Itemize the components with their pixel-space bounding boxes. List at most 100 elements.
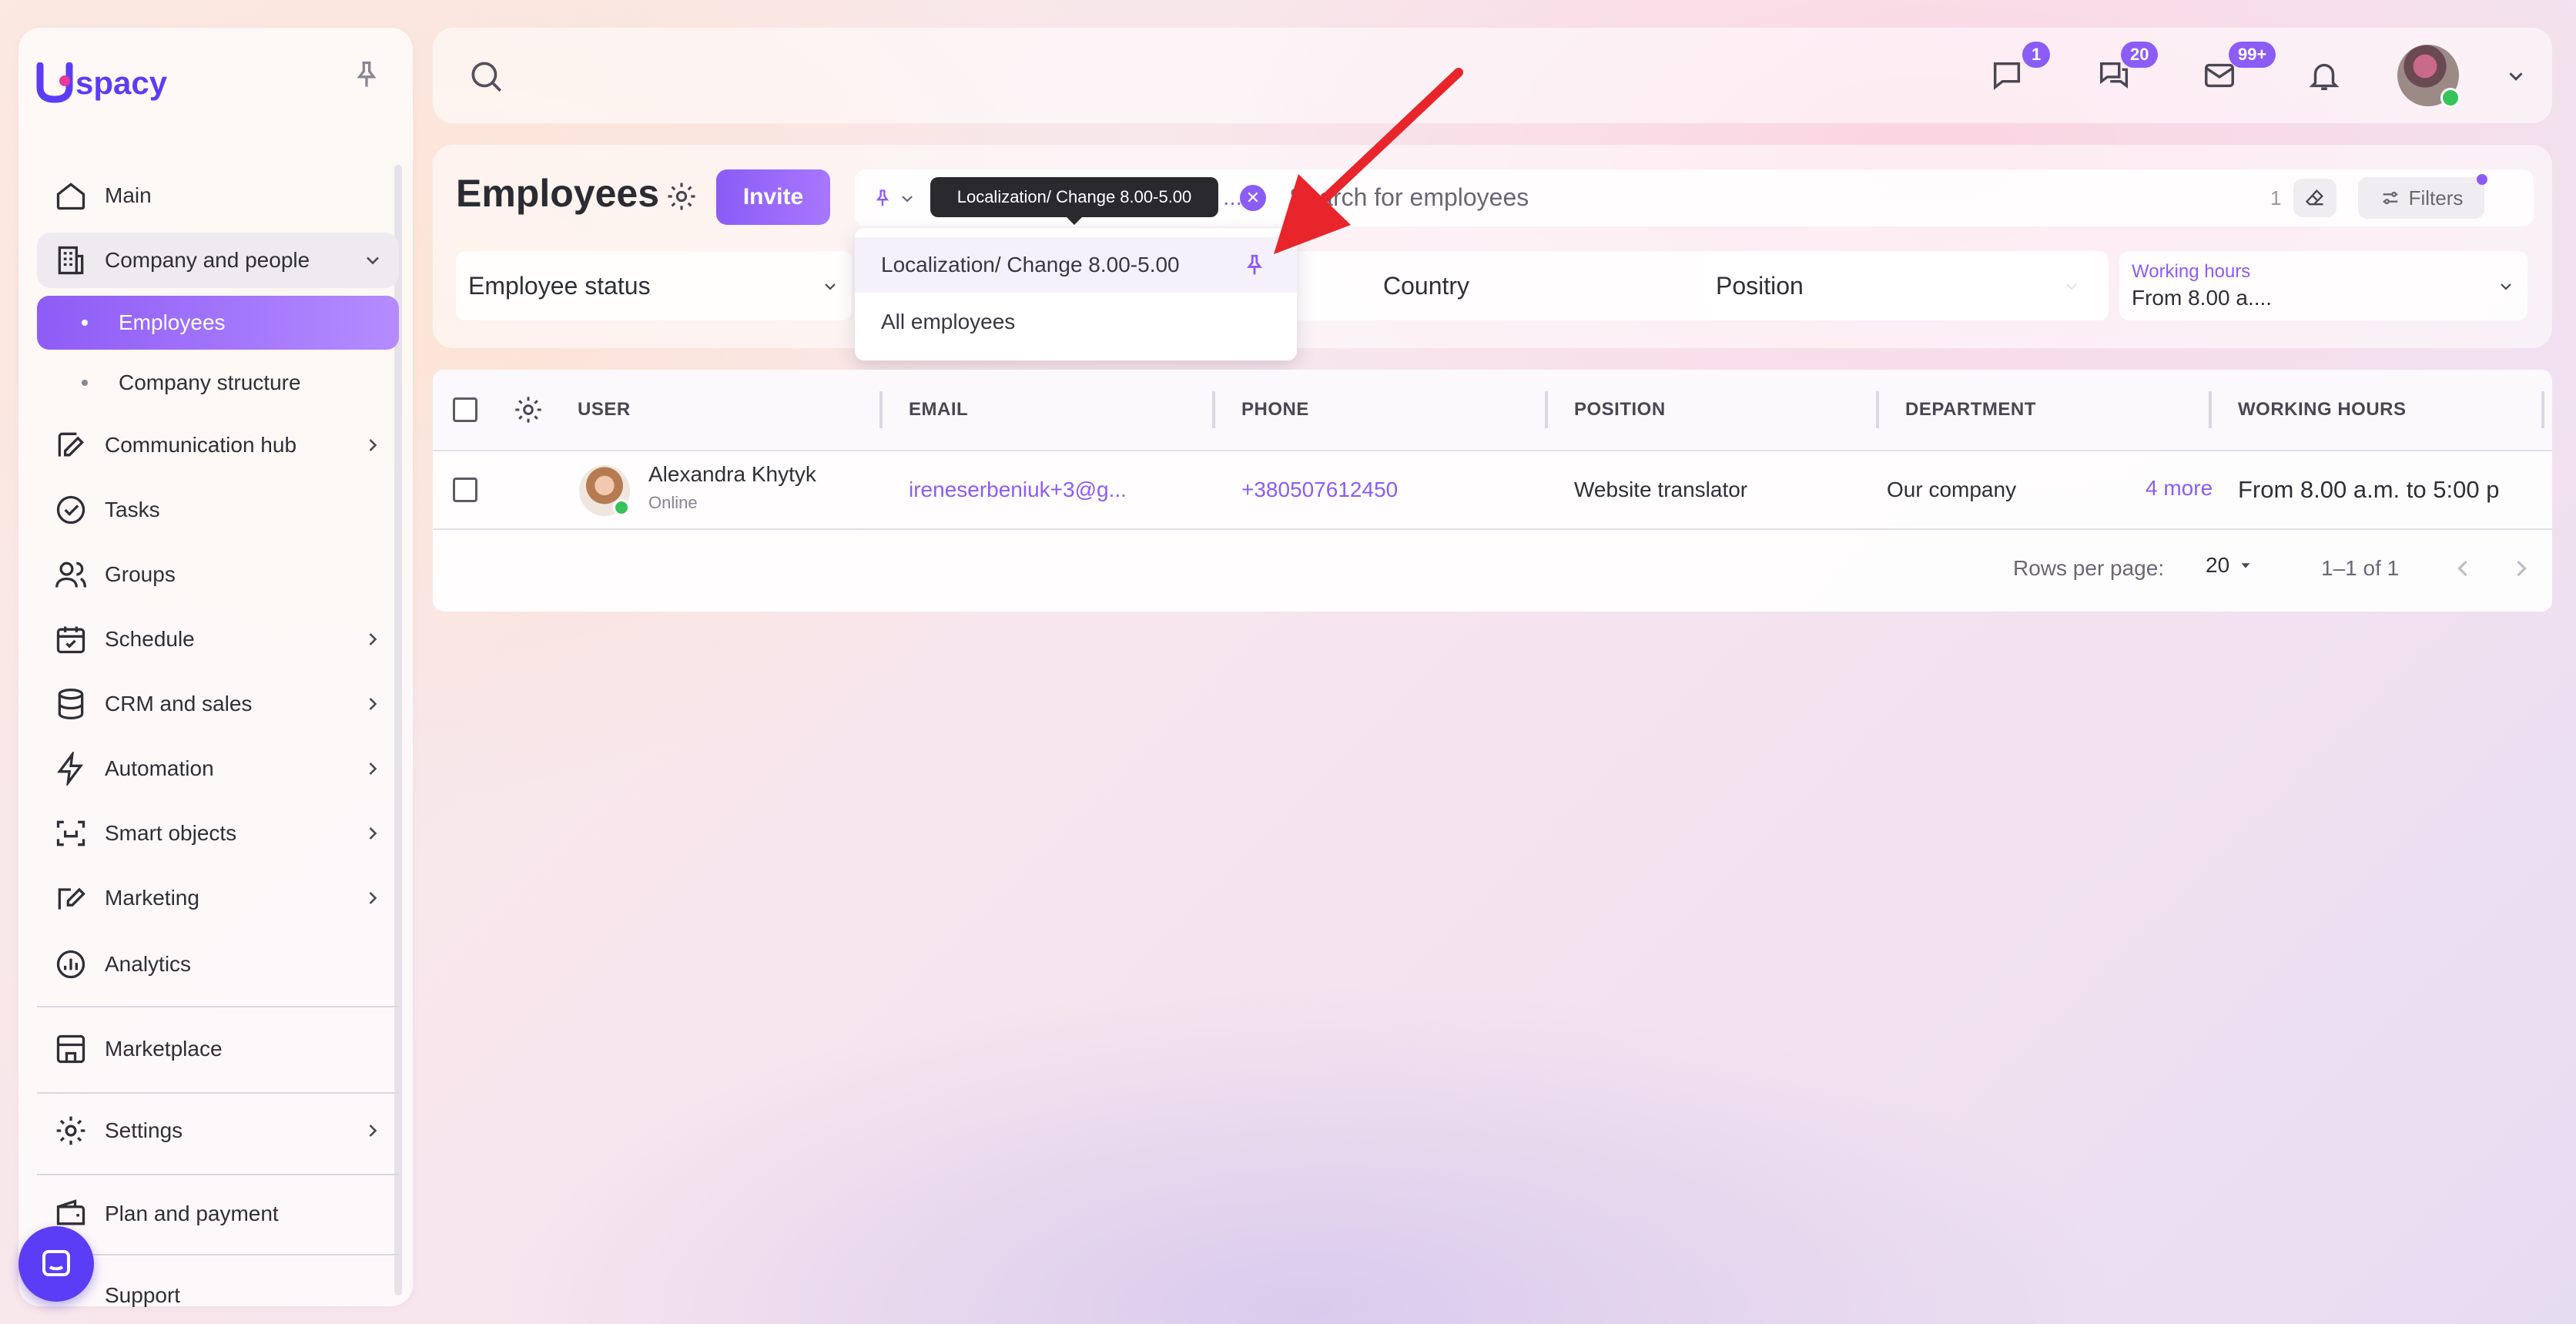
column-separator[interactable] <box>2541 391 2544 428</box>
bell-icon[interactable] <box>2303 54 2346 97</box>
online-indicator <box>2440 88 2460 108</box>
country-label: Country <box>1383 271 1470 300</box>
chart-icon <box>48 941 94 987</box>
messages-icon[interactable] <box>1985 54 2028 97</box>
preset-option-localization[interactable]: Localization/ Change 8.00-5.00 <box>855 237 1297 293</box>
email-link[interactable]: ireneserbeniuk+3@g... <box>909 478 1127 502</box>
sidebar-divider <box>37 1174 399 1175</box>
sidebar-item-employees[interactable]: Employees <box>37 296 399 350</box>
column-separator[interactable] <box>2209 391 2212 428</box>
column-header-position[interactable]: POSITION <box>1574 399 1666 421</box>
sidebar-item-plan-and-payment[interactable]: Plan and payment <box>37 1186 399 1242</box>
chevron-right-icon <box>369 1125 377 1137</box>
preset-dropdown: Localization/ Change 8.00-5.00 All emplo… <box>855 228 1297 360</box>
sidebar-item-company-structure[interactable]: Company structure <box>37 356 399 410</box>
pin-icon[interactable] <box>1241 253 1268 279</box>
bullet-icon <box>82 380 88 386</box>
column-settings-icon[interactable] <box>513 394 544 429</box>
avatar[interactable] <box>579 465 630 516</box>
sliders-icon <box>2383 191 2397 205</box>
filters-button[interactable]: Filters <box>2358 177 2484 219</box>
select-all-checkbox[interactable] <box>453 397 477 422</box>
support-chat-button[interactable] <box>18 1226 94 1302</box>
preset-option-all-employees[interactable]: All employees <box>855 294 1297 350</box>
table-row[interactable]: Alexandra Khytyk Online ireneserbeniuk+3… <box>433 451 2552 530</box>
previous-page-icon[interactable] <box>2449 555 2477 586</box>
working-hours-select[interactable]: Working hours From 8.00 a.... <box>2119 251 2527 320</box>
home-icon <box>48 173 94 219</box>
preset-option-label: All employees <box>881 310 1016 334</box>
pin-icon <box>876 189 889 206</box>
sidebar-item-groups[interactable]: Groups <box>37 547 399 602</box>
rows-per-page-value: 20 <box>2206 553 2230 577</box>
employees-table: USER EMAIL PHONE POSITION DEPARTMENT WOR… <box>433 370 2552 612</box>
chevron-down-icon[interactable] <box>2504 65 2527 92</box>
working-hours-label: Working hours <box>2132 261 2251 282</box>
filter-count: 1 <box>2270 186 2282 209</box>
column-separator[interactable] <box>1212 391 1215 428</box>
sidebar-item-label: Schedule <box>105 627 195 651</box>
pagination-range: 1–1 of 1 <box>2321 556 2400 580</box>
column-header-user[interactable]: USER <box>578 399 631 421</box>
eraser-icon <box>2305 189 2323 206</box>
logo-mark-icon <box>36 62 73 103</box>
sidebar-item-automation[interactable]: Automation <box>37 741 399 796</box>
sidebar-item-label: Company and people <box>105 248 310 272</box>
column-separator[interactable] <box>879 391 883 428</box>
sidebar-item-label: Groups <box>105 562 176 586</box>
edit-icon <box>48 875 94 921</box>
employee-status-select[interactable]: Employee status <box>456 251 852 320</box>
sidebar-item-communication-hub[interactable]: Communication hub <box>37 417 399 473</box>
sidebar-item-company-and-people[interactable]: Company and people <box>37 233 399 288</box>
clear-preset-icon[interactable]: ✕ <box>1240 185 1266 211</box>
column-header-department[interactable]: DEPARTMENT <box>1905 399 2036 421</box>
chevron-right-icon <box>369 633 377 645</box>
invite-button[interactable]: Invite <box>716 169 830 225</box>
column-separator[interactable] <box>1876 391 1879 428</box>
sidebar-item-schedule[interactable]: Schedule <box>37 612 399 667</box>
phone-link[interactable]: +380507612450 <box>1241 478 1398 502</box>
sidebar-item-settings[interactable]: Settings <box>37 1103 399 1158</box>
next-page-icon[interactable] <box>2507 555 2535 586</box>
user-name[interactable]: Alexandra Khytyk <box>648 462 816 487</box>
sidebar-item-tasks[interactable]: Tasks <box>37 482 399 538</box>
sidebar: spacy Main Company and people Employees … <box>18 28 413 1307</box>
pin-sidebar-icon[interactable] <box>350 59 384 92</box>
clear-filters-button[interactable] <box>2293 179 2336 217</box>
sidebar-item-analytics[interactable]: Analytics <box>37 937 399 992</box>
sidebar-item-smart-objects[interactable]: Smart objects <box>37 806 399 861</box>
sidebar-item-label: Main <box>105 183 152 207</box>
lightning-icon <box>48 746 94 792</box>
filters-label: Filters <box>2408 186 2464 209</box>
position-select[interactable]: Position <box>1703 251 2109 320</box>
column-header-email[interactable]: EMAIL <box>909 399 968 421</box>
sidebar-divider <box>37 1006 399 1007</box>
sidebar-item-marketplace[interactable]: Marketplace <box>37 1021 399 1077</box>
column-separator[interactable] <box>1545 391 1548 428</box>
sidebar-item-label: Smart objects <box>105 821 237 845</box>
rows-per-page-label: Rows per page: <box>2013 556 2165 580</box>
search-icon[interactable] <box>467 57 505 99</box>
sidebar-item-label: Marketplace <box>105 1037 223 1061</box>
scan-icon <box>48 810 94 856</box>
column-header-phone[interactable]: PHONE <box>1241 399 1309 421</box>
row-checkbox[interactable] <box>453 478 477 502</box>
logo[interactable]: spacy <box>35 60 167 106</box>
filters-active-dot <box>2477 174 2487 185</box>
sidebar-item-label: Support <box>105 1283 181 1307</box>
sidebar-divider <box>37 1092 399 1094</box>
rows-per-page-select[interactable]: 20 <box>2206 553 2254 578</box>
top-bar: 1 20 99+ <box>433 28 2552 123</box>
column-header-working-hours[interactable]: WORKING HOURS <box>2238 399 2407 421</box>
chevron-right-icon <box>369 439 377 451</box>
chevron-down-icon <box>902 196 913 203</box>
chat-icon <box>42 1250 70 1276</box>
more-departments-link[interactable]: 4 more <box>2146 476 2213 501</box>
gear-icon[interactable] <box>665 180 698 216</box>
sidebar-item-crm-and-sales[interactable]: CRM and sales <box>37 676 399 732</box>
sidebar-item-main[interactable]: Main <box>37 168 399 223</box>
preset-selector[interactable] <box>872 185 926 213</box>
sidebar-item-label: Automation <box>105 756 214 780</box>
user-avatar[interactable] <box>2397 45 2460 108</box>
sidebar-item-marketing[interactable]: Marketing <box>37 870 399 926</box>
